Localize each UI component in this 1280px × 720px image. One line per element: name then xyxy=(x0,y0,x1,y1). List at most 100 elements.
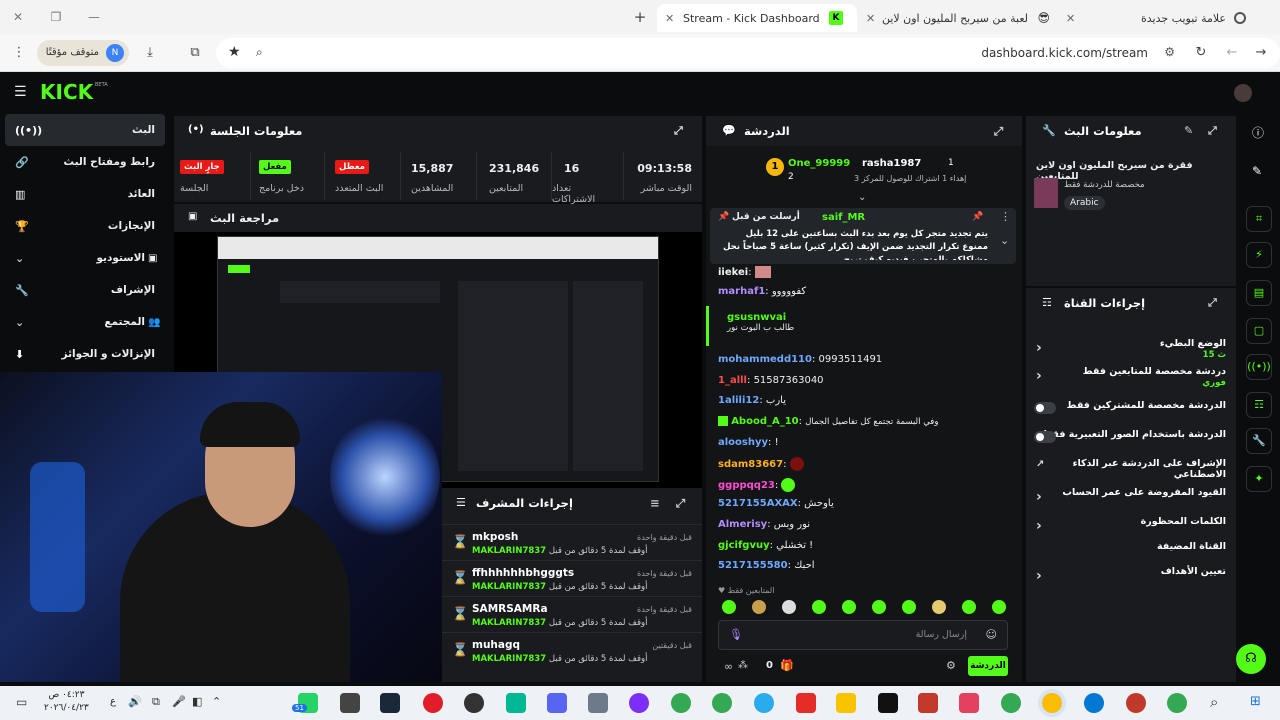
sidebar-item-community[interactable]: ⌄ 👥 المجتمع xyxy=(5,306,165,338)
chat-username[interactable]: gsusnwvai xyxy=(727,312,1010,323)
new-tab-icon[interactable]: + xyxy=(628,6,652,28)
menu-dots-icon[interactable]: ⋮ xyxy=(6,40,32,66)
search-icon[interactable]: ⌕ xyxy=(1210,693,1218,711)
close-tab-icon[interactable]: ✕ xyxy=(1066,12,1075,25)
sidebar-item-drops[interactable]: ⬇ الإنزالات و الجوائز xyxy=(5,338,165,370)
show-hidden-icons[interactable]: ⌃ xyxy=(212,695,221,708)
mic-tray-icon[interactable]: 🎤 xyxy=(172,695,186,708)
chat-username[interactable]: Abood_A_10 xyxy=(731,416,798,427)
moderator-name[interactable]: MAKLARIN7837 xyxy=(472,618,546,628)
channel-action-ai-moderation[interactable]: الإشراف على الدردشة عبر الذكاء الاصطناعي… xyxy=(1026,458,1236,488)
emote[interactable] xyxy=(902,600,916,614)
forward-icon[interactable]: ← xyxy=(1219,40,1245,66)
filter-icon[interactable]: ≡ xyxy=(650,496,660,510)
chat-username[interactable]: 1_alll xyxy=(718,375,747,386)
sidebar-item-stream[interactable]: ((•)) البث xyxy=(5,114,165,146)
edit-icon[interactable]: ✎ xyxy=(1252,164,1262,178)
chat-username[interactable]: ggppqq23 xyxy=(718,480,775,491)
gift-icon[interactable]: 🎁 xyxy=(780,659,794,672)
star-bookmark-icon[interactable]: ★ xyxy=(228,44,241,60)
pinned-user[interactable]: saif_MR xyxy=(822,212,865,223)
sidebar-item-achievements[interactable]: 🏆 الإنجازات xyxy=(5,210,165,242)
chat-username[interactable]: gjcifgvuy xyxy=(718,540,770,551)
raid-button[interactable]: ⚡ xyxy=(1246,242,1272,268)
windows-start-icon[interactable]: ⊞ xyxy=(1250,694,1261,709)
zoom-icon[interactable]: ⌕ xyxy=(256,45,263,60)
chrome-icon[interactable] xyxy=(1167,693,1187,713)
emote[interactable] xyxy=(962,600,976,614)
subscribers-only-toggle[interactable] xyxy=(1034,402,1056,414)
emote[interactable] xyxy=(782,600,796,614)
opera-icon[interactable] xyxy=(423,693,443,713)
sidebar-item-moderation[interactable]: 🔧 الإشراف xyxy=(5,274,165,306)
tray-app-icon[interactable]: ◧ xyxy=(192,695,202,708)
close-tab-icon[interactable]: ✕ xyxy=(665,12,674,25)
expand-icon[interactable]: ⤢ xyxy=(676,496,685,511)
chat-username[interactable]: mohammedd110 xyxy=(718,354,812,365)
chevron-down-icon[interactable]: ⌄ xyxy=(1000,234,1009,247)
clip-button[interactable]: ⌗ xyxy=(1246,206,1272,232)
chrome-active-icon[interactable] xyxy=(1042,693,1062,713)
expand-icon[interactable]: ⤢ xyxy=(674,124,683,138)
emote-only-toggle[interactable] xyxy=(1034,431,1056,443)
layout-button[interactable]: ☶ xyxy=(1246,392,1272,418)
microphone-icon[interactable]: 🎙 xyxy=(729,628,743,641)
chat-popout-button[interactable]: ▢ xyxy=(1246,318,1272,344)
restore-window-icon[interactable]: ❐ xyxy=(44,6,68,28)
info-icon[interactable]: ⓘ xyxy=(1252,124,1264,141)
top-gifter-name[interactable]: One_99999 xyxy=(788,158,850,169)
file-explorer-icon[interactable] xyxy=(836,693,856,713)
kick-logo[interactable]: KICK xyxy=(40,80,93,104)
emote[interactable] xyxy=(752,600,766,614)
extensions-icon[interactable]: ⧉ xyxy=(182,40,208,66)
channel-action-goals[interactable]: تعيين الأهداف › xyxy=(1026,566,1236,596)
chat-username[interactable]: 1alili12 xyxy=(718,395,759,406)
moderator-name[interactable]: MAKLARIN7837 xyxy=(472,582,546,592)
moderated-user[interactable]: muhagq xyxy=(472,639,520,651)
more-options-icon[interactable]: ⋮ xyxy=(1000,210,1011,223)
close-tab-icon[interactable]: ✕ xyxy=(866,12,875,25)
notifications-icon[interactable]: ▭ xyxy=(16,695,27,709)
paused-profile-button[interactable]: متوقف مؤقتًا N xyxy=(37,40,129,66)
network-icon[interactable]: ⧉ xyxy=(152,695,160,709)
moderator-name[interactable]: MAKLARIN7837 xyxy=(472,654,546,664)
app-icon[interactable] xyxy=(629,693,649,713)
user-avatar[interactable] xyxy=(1234,84,1252,102)
chat-username[interactable]: marhaf1 xyxy=(718,286,765,297)
emote[interactable] xyxy=(842,600,856,614)
settings-icon[interactable] xyxy=(340,693,360,713)
close-window-icon[interactable]: ✕ xyxy=(6,6,30,28)
category-thumbnail[interactable] xyxy=(1034,178,1058,208)
chat-settings-icon[interactable]: ⚙ xyxy=(946,659,956,672)
hamburger-menu-icon[interactable]: ☰ xyxy=(14,84,27,100)
moderator-name[interactable]: MAKLARIN7837 xyxy=(472,546,546,556)
app-icon[interactable] xyxy=(588,693,608,713)
steam-icon[interactable] xyxy=(380,693,400,713)
notes-button[interactable]: ▤ xyxy=(1246,280,1272,306)
moderated-user[interactable]: ffhhhhhhbhgggts xyxy=(472,567,574,579)
volume-icon[interactable]: 🔊 xyxy=(128,695,142,708)
chat-username[interactable]: 5217155AXAX xyxy=(718,498,798,509)
expand-icon[interactable]: ⤢ xyxy=(1208,124,1217,138)
channel-action-followers-only[interactable]: دردشة مخصصة للمتابعين فقط فوري › xyxy=(1026,366,1236,396)
chrome-icon[interactable] xyxy=(712,693,732,713)
chat-username[interactable]: alooshyy xyxy=(718,437,768,448)
reload-icon[interactable]: ↻ xyxy=(1188,40,1214,66)
top-gifter-name[interactable]: rasha1987 xyxy=(862,158,921,169)
sidebar-item-stream-key[interactable]: 🔗 رابط ومفتاح البث xyxy=(5,146,165,178)
chrome-icon[interactable] xyxy=(1001,693,1021,713)
tiktok-icon[interactable] xyxy=(878,693,898,713)
tab-millionaire-game[interactable]: ✕ لعبة من سيربح المليون اون لاين 😎 xyxy=(858,4,1058,32)
channel-action-slow-mode[interactable]: الوضع البطيء 15 ث › xyxy=(1026,338,1236,368)
chat-username[interactable]: Almerisy xyxy=(718,519,767,530)
app-icon[interactable] xyxy=(959,693,979,713)
edit-icon[interactable]: ✎ xyxy=(1184,124,1193,137)
send-chat-button[interactable]: الدردشة xyxy=(968,656,1008,676)
edge-icon[interactable] xyxy=(1084,693,1104,713)
extension-button[interactable]: ✦ xyxy=(1246,466,1272,492)
language-tag[interactable]: Arabic xyxy=(1064,196,1105,210)
emote[interactable] xyxy=(812,600,826,614)
moderated-user[interactable]: SAMRSAMRa xyxy=(472,603,548,615)
tools-button[interactable]: 🔧 xyxy=(1246,428,1272,454)
expand-icon[interactable]: ⤢ xyxy=(1208,296,1217,310)
